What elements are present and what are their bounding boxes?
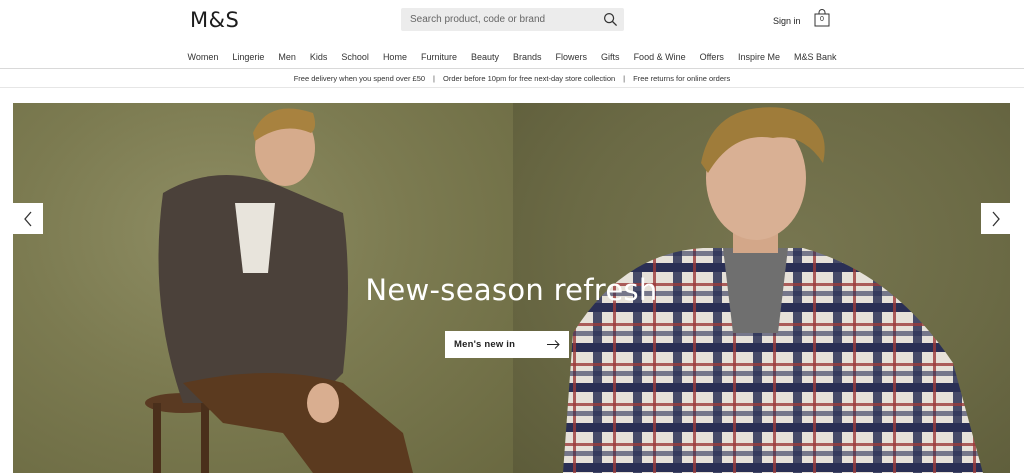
main-nav: Women Lingerie Men Kids School Home Furn… [0, 50, 1024, 66]
hero-banner[interactable]: New-season refresh Men's new in [13, 103, 1010, 473]
nav-item-school[interactable]: School [334, 50, 376, 66]
nav-item-flowers[interactable]: Flowers [549, 50, 595, 66]
nav-item-brands[interactable]: Brands [506, 50, 549, 66]
promo-separator: | [623, 73, 626, 83]
ms-logo[interactable]: M&S [190, 8, 239, 32]
nav-item-gifts[interactable]: Gifts [594, 50, 627, 66]
search-icon[interactable] [603, 12, 618, 27]
hero-title: New-season refresh [365, 273, 658, 307]
arrow-right-icon [547, 340, 560, 349]
cta-label: Men's new in [454, 339, 516, 350]
chevron-right-icon [992, 211, 1000, 226]
nav-item-home[interactable]: Home [376, 50, 414, 66]
promo-free-returns[interactable]: Free returns for online orders [633, 74, 730, 83]
nav-item-kids[interactable]: Kids [303, 50, 335, 66]
promo-strip: Free delivery when you spend over £50 | … [0, 69, 1024, 87]
promo-separator: | [433, 73, 435, 83]
promo-free-delivery[interactable]: Free delivery when you spend over £50 [294, 74, 425, 83]
mens-new-in-button[interactable]: Men's new in [445, 331, 569, 358]
sign-in-link[interactable]: Sign in [773, 16, 801, 26]
shopping-bag-button[interactable]: 0 [814, 9, 830, 27]
nav-item-inspire-me[interactable]: Inspire Me [731, 50, 787, 66]
site-header: M&S Sign in 0 [0, 0, 1024, 42]
promo-next-day-collection[interactable]: Order before 10pm for free next-day stor… [443, 74, 615, 83]
nav-item-ms-bank[interactable]: M&S Bank [787, 50, 844, 66]
nav-item-offers[interactable]: Offers [693, 50, 731, 66]
nav-item-men[interactable]: Men [271, 50, 303, 66]
nav-item-food-wine[interactable]: Food & Wine [627, 50, 693, 66]
nav-item-furniture[interactable]: Furniture [414, 50, 464, 66]
search-bar[interactable] [401, 8, 624, 31]
chevron-left-icon [24, 211, 32, 226]
nav-item-beauty[interactable]: Beauty [464, 50, 506, 66]
bag-count: 0 [820, 16, 824, 23]
carousel-next-button[interactable] [981, 203, 1011, 234]
carousel-prev-button[interactable] [13, 203, 43, 234]
nav-item-lingerie[interactable]: Lingerie [225, 50, 271, 66]
promo-divider [0, 87, 1024, 88]
nav-item-women[interactable]: Women [180, 50, 225, 66]
search-input[interactable] [401, 8, 591, 31]
